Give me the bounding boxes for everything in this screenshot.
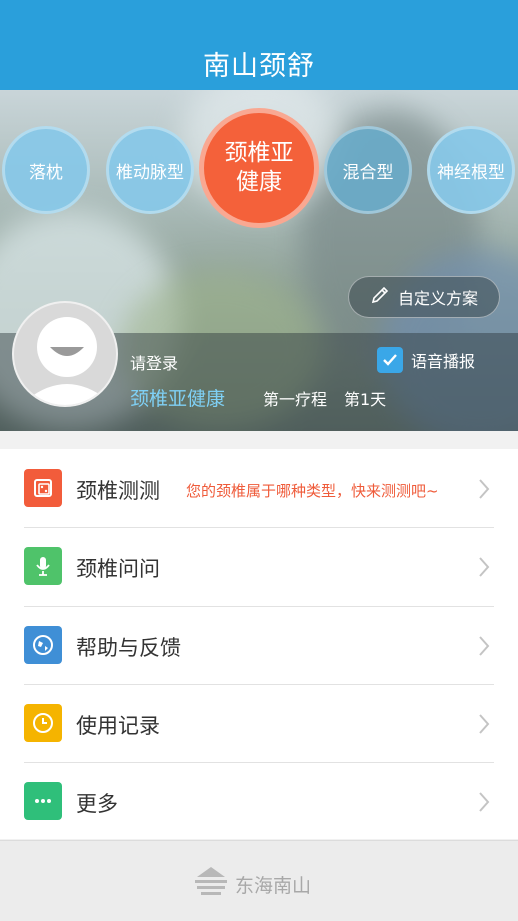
dice-icon (24, 469, 62, 507)
globe-icon (24, 626, 62, 664)
current-plan-name: 颈椎亚健康 (130, 388, 226, 410)
footer-brand: 东海南山 (193, 865, 311, 904)
default-avatar-icon (28, 317, 106, 405)
app-title: 南山颈舒 (203, 51, 315, 82)
brand-logo-icon (193, 865, 229, 904)
chevron-right-icon (478, 791, 490, 817)
more-icon (24, 782, 62, 820)
clock-icon (24, 704, 62, 742)
type-label: 落枕 (29, 162, 63, 183)
footer: 东海南山 (0, 840, 518, 921)
type-bubble-zhuidongmai[interactable]: 椎动脉型 (106, 126, 194, 214)
custom-plan-label: 自定义方案 (397, 289, 478, 308)
chevron-right-icon (478, 556, 490, 582)
type-label: 神经根型 (437, 162, 505, 183)
course-label: 第一疗程 (263, 390, 328, 409)
checkbox-checked-icon[interactable] (377, 347, 403, 373)
pencil-icon (370, 285, 390, 309)
voice-broadcast-toggle[interactable]: 语音播报 (377, 347, 475, 373)
type-label: 混合型 (342, 162, 394, 183)
chevron-right-icon (478, 478, 490, 504)
menu-item-help[interactable]: 帮助与反馈 (0, 607, 518, 685)
login-link[interactable]: 请登录 (130, 350, 178, 374)
type-bubble-hunhe[interactable]: 混合型 (324, 126, 412, 214)
menu-list: 颈椎测测 您的颈椎属于哪种类型，快来测测吧~ 颈椎问问 帮助与反馈 使用记录 更… (0, 449, 518, 839)
type-bubble-selected[interactable]: 颈椎亚 健康 (199, 108, 319, 228)
brand-name: 东海南山 (235, 875, 312, 897)
app-header: 南山颈舒 (0, 0, 518, 90)
hero-banner: 落枕 椎动脉型 颈椎亚 健康 混合型 神经根型 自定义方案 请登录 颈椎亚健康 … (0, 90, 518, 431)
type-label-line1: 颈椎亚 (224, 140, 294, 167)
voice-broadcast-label: 语音播报 (411, 352, 476, 371)
menu-item-subtitle: 您的颈椎属于哪种类型，快来测测吧~ (186, 482, 439, 500)
menu-item-ask[interactable]: 颈椎问问 (0, 528, 518, 606)
menu-item-history[interactable]: 使用记录 (0, 685, 518, 763)
type-bubble-luozhen[interactable]: 落枕 (2, 126, 90, 214)
avatar[interactable] (12, 301, 118, 407)
menu-item-label: 使用记录 (76, 714, 160, 738)
chevron-right-icon (478, 635, 490, 661)
chevron-right-icon (478, 713, 490, 739)
type-label: 椎动脉型 (116, 162, 184, 183)
day-label: 第1天 (344, 390, 387, 409)
type-bubble-shenjinggen[interactable]: 神经根型 (427, 126, 515, 214)
type-label-line2: 健康 (236, 169, 282, 195)
menu-item-label: 颈椎问问 (76, 557, 160, 581)
custom-plan-button[interactable]: 自定义方案 (348, 276, 500, 318)
menu-item-test[interactable]: 颈椎测测 您的颈椎属于哪种类型，快来测测吧~ (0, 449, 518, 527)
menu-item-label: 更多 (76, 792, 118, 816)
microphone-icon (24, 547, 62, 585)
menu-item-label: 颈椎测测 (76, 479, 160, 503)
menu-item-label: 帮助与反馈 (76, 636, 181, 660)
menu-item-more[interactable]: 更多 (0, 763, 518, 841)
